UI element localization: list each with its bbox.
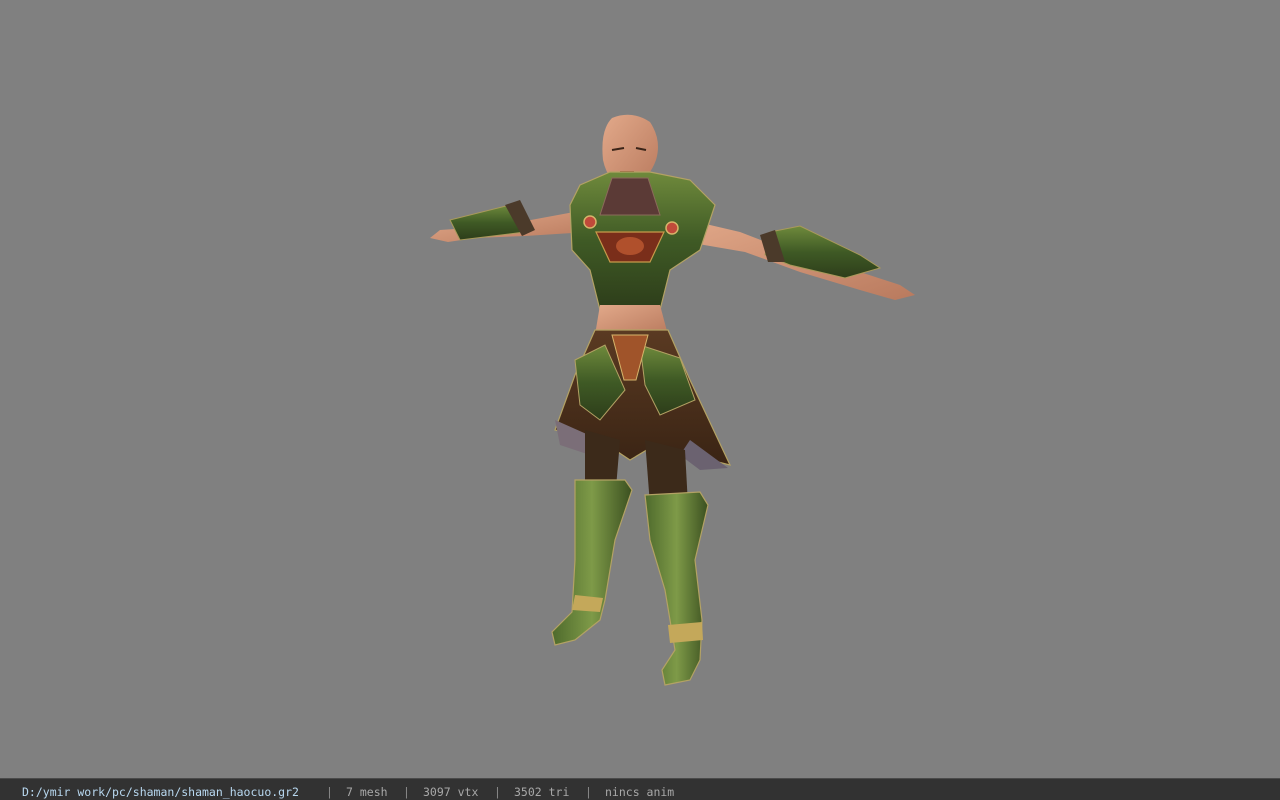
- vertex-count: 3097 vtx: [423, 785, 479, 799]
- right-boot: [644, 491, 709, 686]
- status-separator: |: [326, 785, 333, 799]
- triangle-count: 3502 tri: [514, 785, 570, 799]
- left-boot: [551, 479, 633, 646]
- 3d-viewport[interactable]: [0, 0, 1280, 778]
- animation-status: nincs anim: [605, 785, 675, 799]
- status-separator: |: [403, 785, 410, 799]
- character-model: [430, 114, 915, 686]
- left-arm: [430, 200, 588, 242]
- status-bar: D:/ymir work/pc/shaman/shaman_haocuo.gr2…: [0, 778, 1280, 800]
- file-path: D:/ymir work/pc/shaman/shaman_haocuo.gr2: [22, 785, 299, 799]
- right-arm: [675, 218, 915, 300]
- status-separator: |: [585, 785, 592, 799]
- skirt: [554, 329, 732, 470]
- status-separator: |: [494, 785, 501, 799]
- mesh-count: 7 mesh: [346, 785, 388, 799]
- chest-armor: [569, 171, 716, 311]
